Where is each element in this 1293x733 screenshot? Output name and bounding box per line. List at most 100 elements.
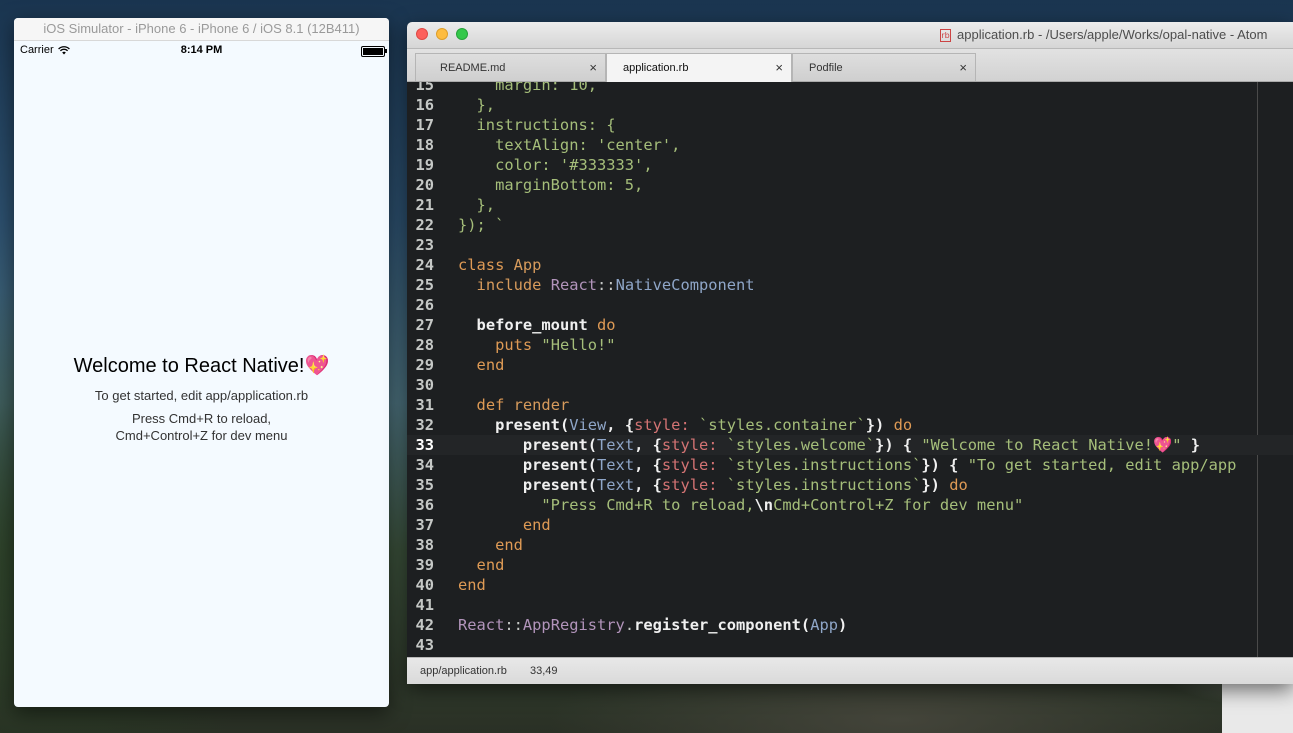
- code-token: Text: [597, 436, 635, 454]
- code-line[interactable]: 16 },: [407, 95, 1293, 115]
- line-number: 23: [415, 236, 434, 254]
- tab-readme[interactable]: README.md ×: [415, 53, 606, 81]
- code-token: }): [865, 416, 894, 434]
- line-number: 18: [415, 136, 434, 154]
- code-token: style:: [661, 456, 718, 474]
- code-token: margin: 10,: [458, 82, 597, 94]
- code-token: present(: [522, 456, 598, 474]
- code-token: ::: [597, 276, 616, 294]
- code-token: `styles.instructions`: [717, 476, 922, 494]
- line-number: 33: [415, 436, 434, 454]
- code-token: do: [949, 476, 968, 494]
- code-token: end: [476, 556, 505, 574]
- code-line[interactable]: 42 React::AppRegistry.register_component(…: [407, 615, 1293, 635]
- simulator-title: iOS Simulator - iPhone 6 - iPhone 6 / iO…: [14, 18, 389, 41]
- line-number: 30: [415, 376, 434, 394]
- line-number: 41: [415, 596, 434, 614]
- tab-label: README.md: [440, 62, 506, 74]
- code-line[interactable]: 22}); `: [407, 215, 1293, 235]
- line-number: 31: [415, 396, 434, 414]
- code-line[interactable]: 19 color: '#333333',: [407, 155, 1293, 175]
- code-token: class: [458, 256, 514, 274]
- app-screen[interactable]: Welcome to React Native!💖 To get started…: [14, 61, 389, 707]
- ruby-file-icon: rb: [940, 28, 951, 42]
- maximize-window-button[interactable]: [456, 28, 468, 40]
- tab-application-rb[interactable]: application.rb ×: [606, 53, 792, 82]
- code-line[interactable]: 37 end: [407, 515, 1293, 535]
- code-line[interactable]: 26: [407, 295, 1293, 315]
- code-token: }: [1181, 436, 1201, 454]
- code-lines[interactable]: 15 margin: 10, 16 }, 17 instructions: {18 …: [407, 82, 1293, 655]
- code-line[interactable]: 24 class App: [407, 255, 1293, 275]
- window-controls: [416, 28, 468, 40]
- code-line[interactable]: 38 end: [407, 535, 1293, 555]
- code-line[interactable]: 30: [407, 375, 1293, 395]
- code-line[interactable]: 15 margin: 10,: [407, 82, 1293, 95]
- code-token: (: [800, 616, 811, 634]
- welcome-text: Welcome to React Native!💖: [73, 355, 330, 377]
- line-number: 19: [415, 156, 434, 174]
- code-token: View: [569, 416, 607, 434]
- tab-podfile[interactable]: Podfile ×: [792, 53, 976, 81]
- code-token: .: [624, 616, 635, 634]
- line-number: 25: [415, 276, 434, 294]
- code-token: {: [902, 436, 922, 454]
- code-token: include: [476, 276, 551, 294]
- code-line[interactable]: 20 marginBottom: 5,: [407, 175, 1293, 195]
- status-cursor-position[interactable]: 33,49: [530, 658, 558, 684]
- ios-status-bar: Carrier 8:14 PM: [14, 41, 389, 61]
- code-line[interactable]: 31 def render: [407, 395, 1293, 415]
- code-line[interactable]: 18 textAlign: 'center',: [407, 135, 1293, 155]
- code-token: Text: [597, 476, 635, 494]
- code-line[interactable]: 29 end: [407, 355, 1293, 375]
- code-line[interactable]: 33 present(Text, {style: `styles.welcome…: [407, 435, 1293, 455]
- code-token: Text: [597, 456, 635, 474]
- code-token: App: [513, 256, 542, 274]
- ios-time: 8:14 PM: [180, 44, 223, 56]
- code-line[interactable]: 40 end: [407, 575, 1293, 595]
- code-editor[interactable]: 15 margin: 10, 16 }, 17 instructions: {18 …: [407, 82, 1293, 657]
- code-line[interactable]: 17 instructions: {: [407, 115, 1293, 135]
- close-tab-icon[interactable]: ×: [775, 54, 783, 82]
- code-line[interactable]: 28 puts "Hello!": [407, 335, 1293, 355]
- code-line[interactable]: 43: [407, 635, 1293, 655]
- code-line[interactable]: 32 present(View, {style: `styles.contain…: [407, 415, 1293, 435]
- code-line[interactable]: 41: [407, 595, 1293, 615]
- code-line[interactable]: 36 "Press Cmd+R to reload,\nCmd+Control+…: [407, 495, 1293, 515]
- minimize-window-button[interactable]: [436, 28, 448, 40]
- line-number: 40: [415, 576, 434, 594]
- code-line[interactable]: 39 end: [407, 555, 1293, 575]
- code-token: "Welcome to React Native!💖": [921, 436, 1182, 454]
- code-token: }): [875, 436, 903, 454]
- tab-label: Podfile: [809, 62, 843, 74]
- code-line[interactable]: 21 },: [407, 195, 1293, 215]
- code-line[interactable]: 34 present(Text, {style: `styles.instruc…: [407, 455, 1293, 475]
- line-number: 39: [415, 556, 434, 574]
- ios-simulator-window[interactable]: iOS Simulator - iPhone 6 - iPhone 6 / iO…: [14, 18, 389, 707]
- close-tab-icon[interactable]: ×: [959, 54, 967, 82]
- status-file-path[interactable]: app/application.rb: [420, 658, 507, 684]
- close-window-button[interactable]: [416, 28, 428, 40]
- close-tab-icon[interactable]: ×: [589, 54, 597, 82]
- code-line[interactable]: 23: [407, 235, 1293, 255]
- code-token: },: [458, 96, 496, 114]
- code-line[interactable]: 25 include React::NativeComponent: [407, 275, 1293, 295]
- code-line[interactable]: 27 before_mount do: [407, 315, 1293, 335]
- line-number: 43: [415, 636, 434, 654]
- atom-editor-window[interactable]: rb application.rb - /Users/apple/Works/o…: [407, 22, 1293, 684]
- code-token: React: [458, 616, 505, 634]
- line-number: 35: [415, 476, 434, 494]
- code-token: ): [838, 616, 848, 634]
- code-token: color: '#333333',: [458, 156, 653, 174]
- code-token: }) {: [921, 456, 968, 474]
- code-line[interactable]: 35 present(Text, {style: `styles.instruc…: [407, 475, 1293, 495]
- code-token: textAlign: 'center',: [458, 136, 681, 154]
